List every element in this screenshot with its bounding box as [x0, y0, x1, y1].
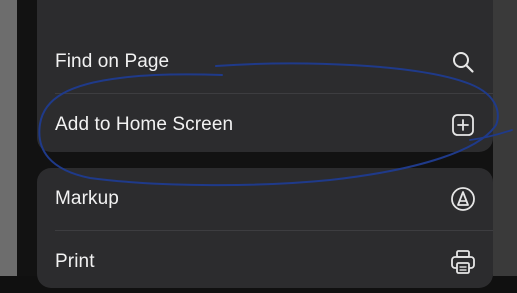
plus-square-icon — [449, 111, 477, 139]
magnifier-icon — [449, 48, 477, 76]
menu-item-label: Print — [55, 251, 95, 272]
share-sheet: Find on Page Add to Home Screen Markup P… — [17, 0, 493, 288]
menu-item-label: Find on Page — [55, 51, 170, 72]
menu-item-label: Add to Home Screen — [55, 114, 234, 135]
menu-group-1: Find on Page Add to Home Screen — [37, 0, 493, 152]
printer-icon — [449, 248, 477, 276]
menu-group-2: Markup Print — [37, 168, 493, 288]
menu-item-markup[interactable]: Markup — [37, 168, 493, 230]
background-left-strip — [0, 0, 17, 276]
background-right-strip — [493, 0, 517, 276]
menu-item-find-on-page[interactable]: Find on Page — [37, 31, 493, 93]
menu-item-print[interactable]: Print — [37, 231, 493, 293]
bookmark-icon[interactable] — [443, 0, 471, 2]
menu-item-label: Markup — [55, 188, 119, 209]
markup-pen-icon — [449, 185, 477, 213]
menu-item-add-to-home-screen[interactable]: Add to Home Screen — [37, 94, 493, 156]
